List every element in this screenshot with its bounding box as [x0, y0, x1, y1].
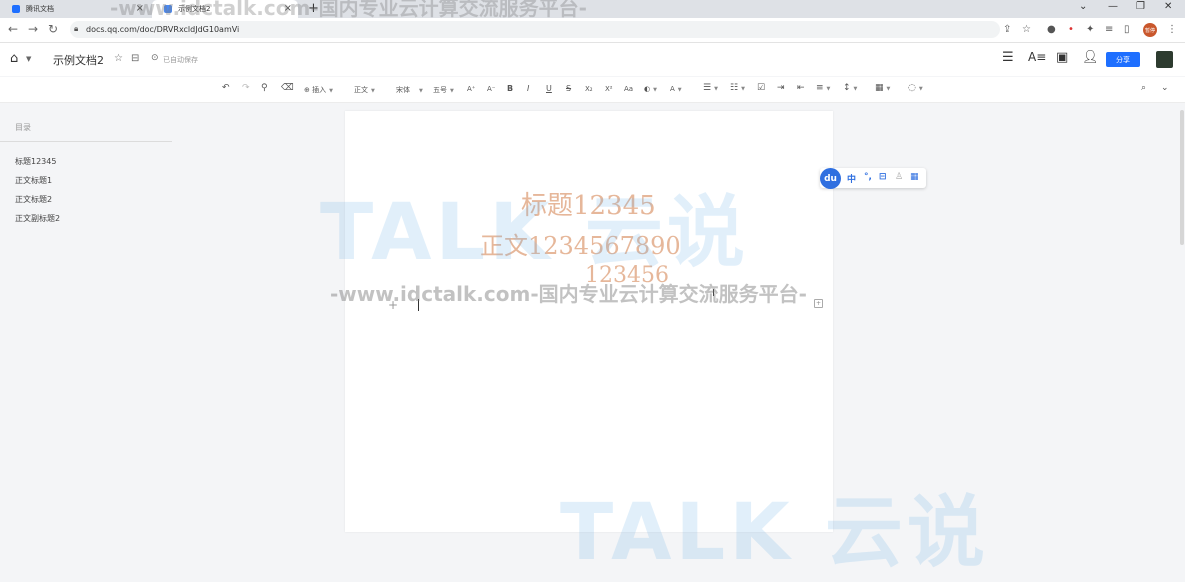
chevron-down-icon[interactable]: ▼ — [26, 55, 31, 63]
outline-sidebar: 目录 标题12345 正文标题1 正文标题2 正文副标题2 — [0, 103, 175, 532]
paragraph-style-select[interactable]: 正文 ▼ — [354, 85, 375, 95]
doc-title[interactable]: 示例文档2 — [53, 52, 104, 68]
ime-user-icon[interactable]: ♙ — [895, 172, 903, 182]
url-input[interactable]: 🔒︎ docs.qq.com/doc/DRVRxcldJdG10amVi — [70, 21, 1000, 38]
forward-arrow-icon[interactable]: → — [28, 22, 38, 36]
superscript-icon[interactable]: X² — [605, 85, 613, 93]
format-toolbar: ↶ ↷ ⚲ ⌫ ⊕ 插入 ▼ 正文 ▼ 宋体 ▼ 五号 ▼ A⁺ A⁻ B I U S … — [0, 77, 1185, 103]
saved-status: 已自动保存 — [163, 56, 198, 64]
window-close-icon[interactable]: ✕ — [1164, 1, 1172, 12]
watermark-top: -www.idctalk.com-国内专业云计算交流服务平台- — [110, 0, 587, 20]
home-icon[interactable]: ⌂ — [10, 51, 18, 66]
insert-label: 插入 — [312, 86, 327, 94]
share-button[interactable]: 分享 — [1106, 52, 1140, 67]
style-label: 正文 — [354, 86, 368, 94]
collapse-toolbar-icon[interactable]: ⌄ — [1161, 83, 1169, 93]
tab-search-chevron-icon[interactable]: ⌄ — [1079, 1, 1087, 12]
watermark-line: -www.idctalk.com-国内专业云计算交流服务平台- — [330, 282, 807, 306]
block-menu-icon[interactable]: + — [814, 299, 823, 308]
outline-title: 目录 — [15, 123, 31, 132]
italic-icon[interactable]: I — [527, 84, 529, 93]
font-shrink-icon[interactable]: A⁻ — [487, 85, 495, 93]
strikethrough-icon[interactable]: S — [566, 84, 571, 93]
tencent-docs-favicon-icon — [12, 5, 20, 13]
outdent-icon[interactable]: ⇤ — [797, 83, 805, 93]
url-text: docs.qq.com/doc/DRVRxcldJdG10amVi — [86, 25, 240, 34]
case-icon[interactable]: Aa — [624, 85, 633, 93]
outline-item[interactable]: 正文标题2 — [15, 194, 52, 205]
browser-menu-icon[interactable]: ⋮ — [1167, 24, 1177, 35]
bold-icon[interactable]: B — [507, 84, 513, 93]
share-page-icon[interactable]: ⇪ — [1003, 24, 1011, 35]
align-icon[interactable]: ≡ ▼ — [816, 83, 830, 93]
reading-list-icon[interactable]: ≡ — [1105, 24, 1113, 35]
format-painter-icon[interactable]: ⚲ — [261, 83, 268, 93]
present-icon[interactable]: ▣ — [1056, 50, 1068, 65]
font-size-select[interactable]: 五号 ▼ — [433, 85, 454, 95]
clear-format-icon[interactable]: ⌫ — [281, 83, 294, 93]
restore-icon[interactable]: ❐ — [1136, 1, 1145, 12]
add-collaborator-icon[interactable]: 👤︎ — [1082, 50, 1099, 65]
star-icon[interactable]: ☆ — [114, 53, 123, 64]
ime-toolbar: du 中 °, ⊟ ♙ ▦ — [820, 168, 926, 189]
menu-icon[interactable]: ☰ — [1002, 50, 1014, 65]
profile-avatar[interactable]: 暂停 — [1143, 23, 1157, 37]
undo-icon[interactable]: ↶ — [222, 83, 230, 93]
address-bar-row: ← → ↻ 🔒︎ docs.qq.com/doc/DRVRxcldJdG10am… — [0, 18, 1185, 43]
highlight-icon[interactable]: ◐ ▼ — [644, 85, 657, 93]
size-label: 五号 — [433, 86, 447, 94]
minimize-icon[interactable]: — — [1108, 1, 1118, 12]
text-format-icon[interactable]: A≡ — [1028, 50, 1046, 64]
ime-grid-icon[interactable]: ▦ — [910, 172, 919, 182]
indent-icon[interactable]: ⇥ — [777, 83, 785, 93]
subscript-icon[interactable]: X₂ — [585, 85, 593, 93]
extensions-icon[interactable]: ✦ — [1086, 24, 1094, 35]
outline-item[interactable]: 标题12345 — [15, 156, 56, 167]
outline-divider — [0, 141, 172, 142]
mic-icon[interactable]: ● — [1047, 24, 1056, 35]
watermark-logo-bottom: TALK 云说 — [560, 488, 989, 578]
outline-item[interactable]: 正文副标题2 — [15, 213, 60, 224]
insert-menu[interactable]: ⊕ 插入 ▼ — [304, 85, 333, 95]
outline-item[interactable]: 正文标题1 — [15, 175, 52, 186]
saved-check-icon: ⊙ — [151, 53, 159, 63]
back-arrow-icon[interactable]: ← — [8, 22, 18, 36]
font-label: 宋体 — [396, 86, 410, 94]
record-icon[interactable]: • — [1068, 24, 1074, 35]
ime-punctuation-icon[interactable]: °, — [864, 172, 872, 182]
redo-icon[interactable]: ↷ — [242, 83, 250, 93]
ime-mode[interactable]: 中 — [847, 172, 856, 185]
font-color-icon[interactable]: A ▼ — [670, 85, 682, 93]
comment-icon[interactable]: ◌ ▼ — [908, 83, 923, 93]
bookmark-star-icon[interactable]: ☆ — [1022, 24, 1031, 35]
watermark-logo: TALK 云说 — [320, 188, 749, 278]
font-grow-icon[interactable]: A⁺ — [467, 85, 475, 93]
bullet-list-icon[interactable]: ☰ ▼ — [703, 83, 718, 93]
ime-logo[interactable]: du — [820, 168, 841, 189]
table-icon[interactable]: ▦ ▼ — [875, 83, 890, 93]
tab-label: 腾讯文档 — [26, 5, 54, 13]
page-scrollbar[interactable] — [1180, 110, 1184, 245]
user-avatar[interactable] — [1156, 51, 1173, 68]
reload-icon[interactable]: ↻ — [48, 22, 58, 36]
side-panel-icon[interactable]: ▯ — [1124, 24, 1130, 35]
font-family-select[interactable]: 宋体 ▼ — [396, 85, 423, 95]
doc-header: ⌂ ▼ 示例文档2 ☆ ⊟ ⊙ 已自动保存 ☰ A≡ ▣ 👤︎ — [0, 43, 1185, 76]
line-spacing-icon[interactable]: ↕ ▼ — [843, 83, 857, 93]
plus-circle-icon: ⊕ — [304, 86, 310, 94]
numbered-list-icon[interactable]: ☷ ▼ — [730, 83, 745, 93]
move-folder-icon[interactable]: ⊟ — [131, 53, 139, 64]
checklist-icon[interactable]: ☑ — [757, 83, 765, 93]
underline-icon[interactable]: U — [546, 84, 552, 93]
ime-toolbox-icon[interactable]: ⊟ — [879, 172, 887, 182]
search-icon[interactable]: ⌕ — [1141, 83, 1146, 93]
lock-icon: 🔒︎ — [74, 24, 79, 33]
